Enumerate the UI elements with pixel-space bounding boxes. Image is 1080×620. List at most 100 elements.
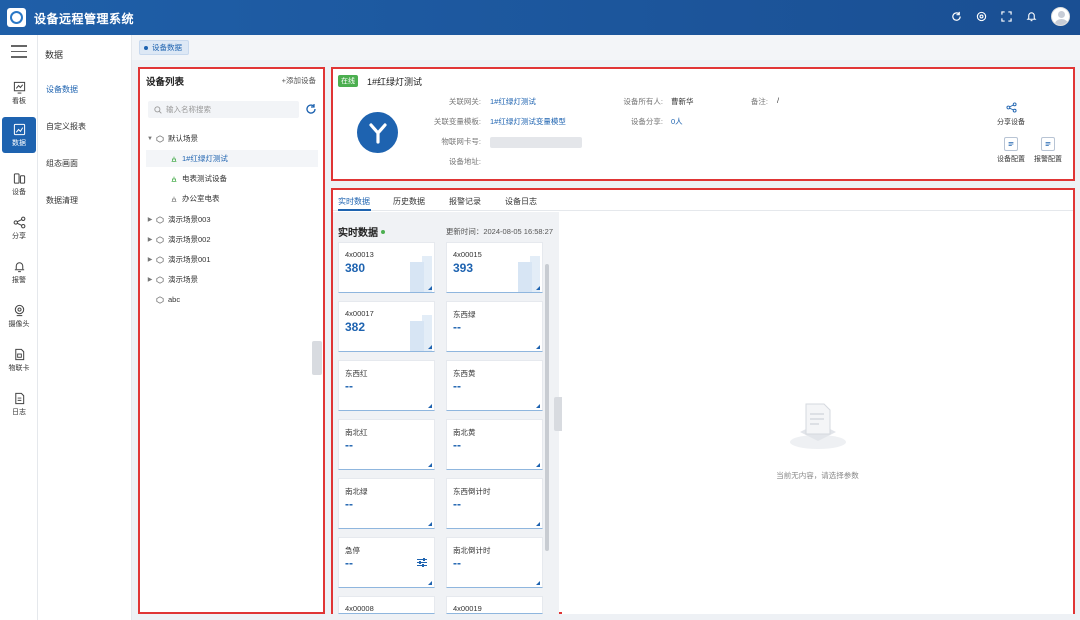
nav-item-dashboard[interactable]: 看板: [0, 75, 38, 111]
data-card[interactable]: 东西绿 --: [446, 301, 543, 352]
share-device-button[interactable]: 分享设备: [997, 100, 1025, 127]
refresh-icon[interactable]: [951, 11, 962, 22]
caret-right-icon: ▶: [147, 237, 153, 243]
tree-device-meter-test[interactable]: 电表测试设备: [146, 170, 318, 187]
tab-alarm-records[interactable]: 报警记录: [449, 196, 481, 207]
scene-icon: [156, 275, 164, 284]
data-card[interactable]: 东西倒计时 --: [446, 478, 543, 529]
device-icon: [13, 172, 25, 184]
data-card[interactable]: 南北倒计时 --: [446, 537, 543, 588]
address-label: 设备地址:: [448, 157, 481, 166]
tab-device-log[interactable]: 设备日志: [505, 196, 537, 207]
data-card[interactable]: 4x00019: [446, 596, 543, 614]
log-icon: [14, 392, 24, 404]
nav-item-data[interactable]: 数据: [2, 117, 36, 153]
tree-label: 演示场景002: [168, 235, 211, 244]
data-card[interactable]: 南北黄 --: [446, 419, 543, 470]
status-badge: 在线: [338, 75, 358, 87]
tree-group-default[interactable]: ▼ 默认场景: [146, 130, 318, 147]
data-card[interactable]: 东西黄 --: [446, 360, 543, 411]
config-icon: [1004, 137, 1018, 151]
data-panel: 实时数据 历史数据 报警记录 设备日志 实时数据 更新时间：2024-08-05…: [331, 188, 1075, 614]
remark-value: /: [777, 96, 780, 105]
caret-right-icon: ▶: [147, 217, 153, 223]
camera-icon: [14, 304, 24, 316]
live-dot-icon: [381, 229, 385, 234]
share-count-link[interactable]: 0人: [671, 116, 683, 127]
tree-device-traffic-light[interactable]: 1#红绿灯测试: [146, 150, 318, 167]
user-avatar[interactable]: [1051, 7, 1070, 26]
sim-card-icon: [14, 348, 24, 360]
settings-icon[interactable]: [976, 11, 987, 22]
tree-group-demo-001[interactable]: ▶ 演示场景001: [146, 251, 318, 268]
data-card[interactable]: 4x00017 382: [338, 301, 435, 352]
share-icon: [1004, 100, 1018, 114]
nav-item-share[interactable]: 分享: [0, 210, 38, 246]
corner-icon: [428, 522, 432, 526]
submenu-item-device-data[interactable]: 设备数据: [46, 84, 78, 95]
data-card[interactable]: 南北红 --: [338, 419, 435, 470]
caret-right-icon: ▶: [147, 257, 153, 263]
alarm-config-label: 报警配置: [1034, 156, 1062, 163]
data-card[interactable]: 急停 --: [338, 537, 435, 588]
submenu-item-scada[interactable]: 组态画面: [46, 158, 78, 169]
grid-scrollbar[interactable]: [545, 264, 549, 551]
sliders-icon[interactable]: [417, 558, 427, 567]
nav-item-sim[interactable]: 物联卡: [0, 342, 38, 378]
submenu-item-data-cleanup[interactable]: 数据清理: [46, 195, 78, 206]
nav-label: 日志: [12, 408, 26, 416]
nav-item-alarm[interactable]: 报警: [0, 254, 38, 290]
tree-device-office-meter[interactable]: 办公室电表: [146, 190, 318, 207]
scene-icon: [156, 134, 164, 143]
owner-value: 曹新华: [671, 97, 694, 106]
tree-group-demo[interactable]: ▶ 演示场景: [146, 271, 318, 288]
scene-icon: [156, 255, 164, 264]
bell-icon[interactable]: [1026, 11, 1037, 22]
refresh-list-icon[interactable]: [305, 103, 317, 115]
breadcrumb-tag[interactable]: 设备数据: [139, 40, 189, 55]
submenu-item-custom-report[interactable]: 自定义报表: [46, 121, 86, 132]
tab-history[interactable]: 历史数据: [393, 196, 425, 207]
corner-icon: [428, 286, 432, 290]
share-label: 设备分享:: [630, 117, 663, 126]
search-input[interactable]: [166, 105, 286, 114]
nav-item-device[interactable]: 设备: [0, 166, 38, 202]
gateway-label: 关联网关:: [448, 97, 481, 106]
empty-state: 当前无内容，请选择参数: [562, 212, 1073, 614]
scene-icon: [156, 215, 164, 224]
data-icon: [13, 123, 25, 135]
data-card[interactable]: 4x00008: [338, 596, 435, 614]
nav-item-camera[interactable]: 摄像头: [0, 298, 38, 334]
tree-group-abc[interactable]: abc: [146, 291, 318, 308]
tree-group-demo-002[interactable]: ▶ 演示场景002: [146, 231, 318, 248]
top-toolbar: [951, 7, 1070, 26]
nav-item-log[interactable]: 日志: [0, 386, 38, 422]
data-card[interactable]: 4x00013 380: [338, 242, 435, 293]
device-config-label: 设备配置: [997, 156, 1025, 163]
data-card[interactable]: 南北绿 --: [338, 478, 435, 529]
scene-icon: [156, 235, 164, 244]
breadcrumb-label: 设备数据: [152, 43, 182, 52]
tree-label: 1#红绿灯测试: [182, 154, 228, 163]
add-device-button[interactable]: +添加设备: [282, 75, 316, 86]
menu-toggle-icon[interactable]: [11, 45, 27, 59]
tab-realtime[interactable]: 实时数据: [338, 196, 370, 207]
tree-group-demo-003[interactable]: ▶ 演示场景003: [146, 211, 318, 228]
tree-label: 演示场景: [168, 275, 198, 284]
template-link[interactable]: 1#红绿灯测试变量模型: [490, 116, 566, 127]
tree-label: 演示场景001: [168, 255, 211, 264]
active-tab-indicator: [338, 209, 371, 211]
submenu-title: 数据: [45, 50, 64, 60]
sub-menu: 数据 设备数据 自定义报表 组态画面 数据清理: [38, 35, 132, 620]
data-card[interactable]: 4x00015 393: [446, 242, 543, 293]
data-card[interactable]: 东西红 --: [338, 360, 435, 411]
empty-box-icon: [790, 403, 846, 449]
fullscreen-icon[interactable]: [1001, 11, 1012, 22]
share-device-label: 分享设备: [997, 119, 1025, 126]
corner-icon: [428, 463, 432, 467]
device-logo-icon: [357, 112, 398, 153]
collapse-list-handle[interactable]: [312, 341, 322, 375]
alarm-config-button[interactable]: 报警配置: [1034, 137, 1062, 164]
device-config-button[interactable]: 设备配置: [997, 137, 1025, 164]
gateway-link[interactable]: 1#红绿灯测试: [490, 96, 536, 107]
